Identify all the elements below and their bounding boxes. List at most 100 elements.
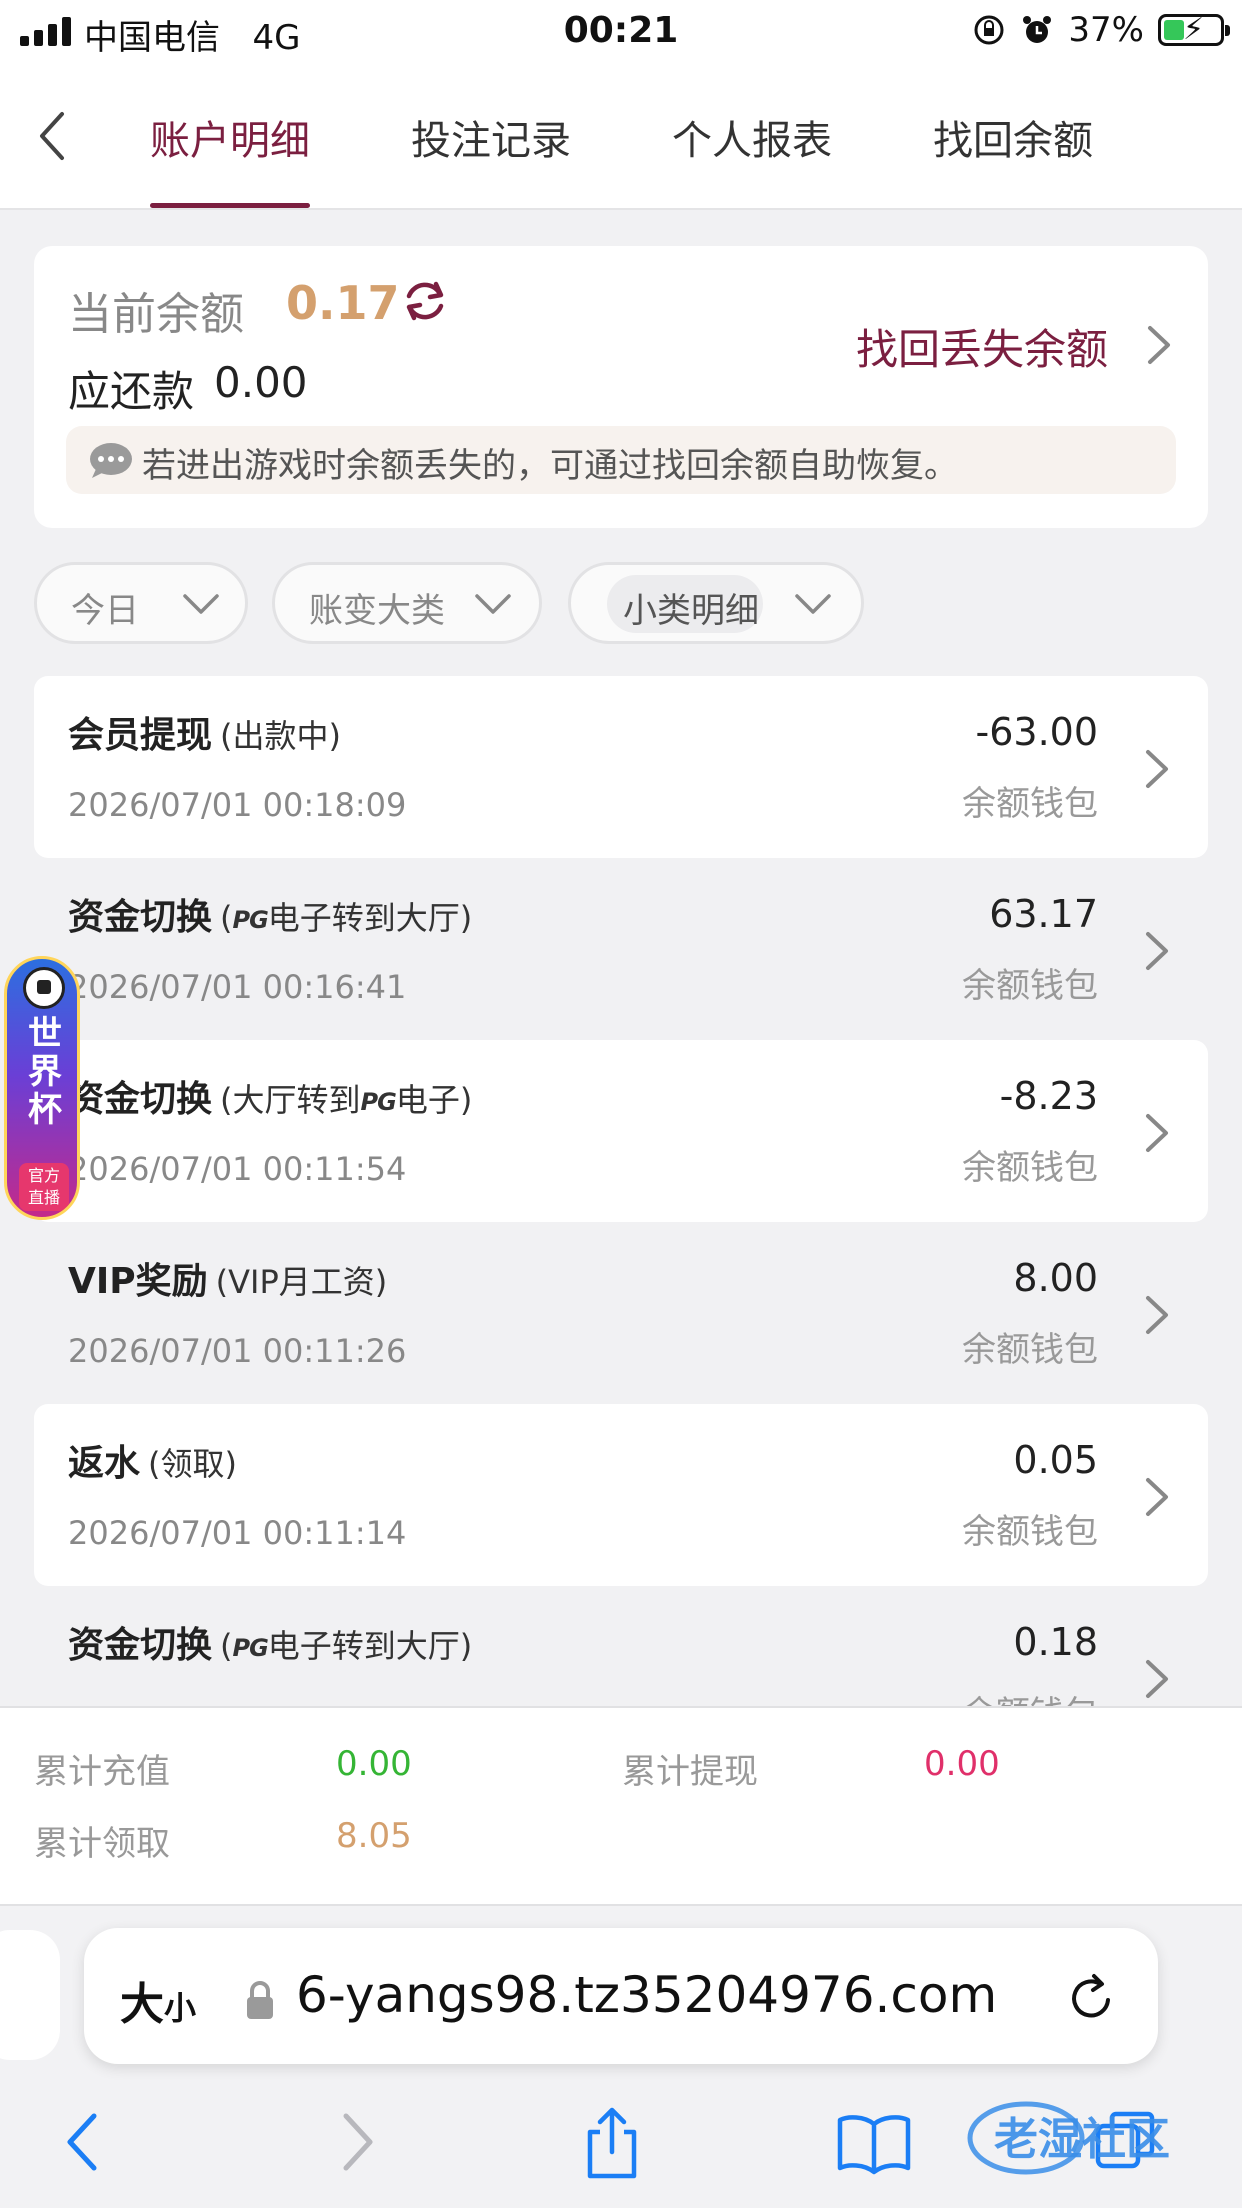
list-item[interactable]: VIP奖励 (VIP月工资) 2026/07/01 00:11:26 8.00 余… <box>34 1222 1208 1404</box>
record-type: VIP奖励 <box>68 1261 208 1302</box>
active-tab-indicator <box>150 203 310 208</box>
record-type: 资金切换 <box>68 1625 213 1666</box>
record-amount: 0.18 <box>1013 1620 1098 1664</box>
subcategory-filter-label: 小类明细 <box>623 591 759 631</box>
total-withdraw-value: 0.00 <box>924 1744 1000 1784</box>
back-icon[interactable] <box>50 2102 122 2182</box>
record-wallet: 余额钱包 <box>962 784 1098 824</box>
record-title: 资金切换 (PG电子转到大厅) <box>68 1616 472 1668</box>
balance-card: 当前余额 0.17 应还款 0.00 找回丢失余额 若进出游戏时余额丢失的，可通… <box>34 246 1208 528</box>
chevron-right-icon <box>1146 1660 1168 1698</box>
record-wallet: 余额钱包 <box>962 1686 1098 1706</box>
chat-bubble-icon <box>90 443 132 478</box>
record-subtype: (VIP月工资) <box>215 1263 388 1301</box>
list-item[interactable]: 返水 (领取) 2026/07/01 00:11:14 0.05 余额钱包 <box>34 1404 1208 1586</box>
record-subtype-prefix: (大厅转到 <box>220 1081 361 1119</box>
tab-bet-records[interactable]: 投注记录 <box>411 108 571 168</box>
record-subtype: (出款中) <box>220 717 341 755</box>
pg-logo: PG <box>232 906 269 934</box>
alarm-icon <box>1023 16 1052 43</box>
battery-icon: ⚡ <box>1158 12 1230 47</box>
record-subtype-suffix: 电子转到大厅) <box>267 1627 473 1665</box>
chevron-right-icon <box>1146 1478 1168 1516</box>
record-title: 返水 (领取) <box>68 1434 237 1486</box>
record-subtype: (领取) <box>148 1445 237 1483</box>
text-size-small: 小 <box>164 1989 197 2027</box>
chevron-right-icon <box>1146 1296 1168 1334</box>
pg-logo: PG <box>232 1634 269 1662</box>
recover-lost-balance-link[interactable]: 找回丢失余额 <box>856 316 1108 377</box>
record-time: 2026/07/01 00:16:41 <box>68 968 407 1006</box>
text-size-large: 大 <box>120 1979 164 2030</box>
record-subtype-suffix: 电子转到大厅) <box>267 899 473 937</box>
svg-text:老湿社区: 老湿社区 <box>994 2114 1170 2165</box>
tip-text: 若进出游戏时余额丢失的，可通过找回余额自助恢复。 <box>142 446 958 486</box>
record-subtype: (大厅转到PG电子) <box>220 1081 472 1119</box>
repay-value: 0.00 <box>214 358 308 407</box>
battery-percent: 37% <box>1068 10 1144 50</box>
record-subtype-suffix: 电子) <box>395 1081 473 1119</box>
world-cup-text: 世界杯 <box>28 1014 62 1130</box>
list-item[interactable]: 资金切换 (PG电子转到大厅) 2026/07/01 00:16:41 63.17… <box>34 858 1208 1040</box>
back-arrow-icon[interactable] <box>30 108 74 164</box>
reload-icon[interactable] <box>1064 1970 1120 2026</box>
chevron-right-icon[interactable] <box>1142 322 1176 368</box>
share-icon[interactable] <box>576 2102 648 2182</box>
date-filter[interactable]: 今日 <box>34 562 248 644</box>
category-filter-label: 账变大类 <box>309 591 445 631</box>
record-time: 2026/07/01 00:18:09 <box>68 786 407 824</box>
record-type: 返水 <box>68 1443 141 1484</box>
record-subtype: (PG电子转到大厅) <box>220 899 472 937</box>
summary-panel: 累计充值 0.00 累计提现 0.00 累计领取 8.05 <box>0 1706 1242 1906</box>
refresh-icon[interactable] <box>400 276 450 326</box>
rotation-lock-icon <box>974 15 1004 45</box>
record-subtype: (PG电子转到大厅) <box>220 1627 472 1665</box>
total-claim-value: 8.05 <box>336 1816 412 1856</box>
chevron-right-icon <box>1146 1114 1168 1152</box>
list-item[interactable]: 会员提现 (出款中) 2026/07/01 00:18:09 -63.00 余额钱… <box>34 676 1208 858</box>
total-recharge-label: 累计充值 <box>34 1752 170 1792</box>
community-watermark-logo: 老湿社区 <box>967 2101 1170 2175</box>
list-item[interactable]: 资金切换 (大厅转到PG电子) 2026/07/01 00:11:54 -8.23… <box>34 1040 1208 1222</box>
records-list: 会员提现 (出款中) 2026/07/01 00:18:09 -63.00 余额钱… <box>0 676 1242 1706</box>
total-claim-label: 累计领取 <box>34 1824 170 1864</box>
category-filter[interactable]: 账变大类 <box>272 562 542 644</box>
record-title: VIP奖励 (VIP月工资) <box>68 1252 387 1304</box>
record-title: 资金切换 (大厅转到PG电子) <box>68 1070 472 1122</box>
record-type: 资金切换 <box>68 1079 213 1120</box>
record-subtype-prefix: ( <box>220 1627 233 1665</box>
record-title: 资金切换 (PG电子转到大厅) <box>68 888 472 940</box>
text-size-button[interactable]: 大小 <box>120 1968 196 2032</box>
tab-recover-balance[interactable]: 找回余额 <box>933 108 1093 168</box>
previous-tab-preview[interactable] <box>0 1930 60 2060</box>
subcategory-filter[interactable]: 小类明细 <box>568 562 864 644</box>
tab-personal-report[interactable]: 个人报表 <box>672 108 832 168</box>
official-live-tag: 官方 直播 <box>19 1163 69 1211</box>
balance-value: 0.17 <box>286 276 400 330</box>
record-amount: 8.00 <box>1013 1256 1098 1300</box>
record-time: 2026/07/01 00:11:26 <box>68 1332 407 1370</box>
address-bar[interactable]: 大小 6-yangs98.tz35204976.com <box>84 1928 1158 2064</box>
record-wallet: 余额钱包 <box>962 1330 1098 1370</box>
date-filter-label: 今日 <box>71 591 139 631</box>
chevron-down-icon <box>475 594 511 614</box>
record-amount: -63.00 <box>975 710 1099 754</box>
tab-account-details[interactable]: 账户明细 <box>150 108 310 168</box>
forward-icon[interactable] <box>318 2102 390 2182</box>
record-amount: -8.23 <box>999 1074 1098 1118</box>
record-amount: 63.17 <box>989 892 1098 936</box>
chevron-down-icon <box>183 594 219 614</box>
total-recharge-value: 0.00 <box>336 1744 412 1784</box>
total-withdraw-label: 累计提现 <box>622 1752 758 1792</box>
chevron-down-icon <box>795 594 831 614</box>
record-type: 会员提现 <box>68 715 213 756</box>
bookmarks-icon[interactable] <box>834 2102 914 2182</box>
chevron-right-icon <box>1146 750 1168 788</box>
soccer-ball-icon <box>23 967 65 1009</box>
lock-icon <box>247 1981 273 2019</box>
url-text[interactable]: 6-yangs98.tz35204976.com <box>296 1966 1116 2024</box>
list-item[interactable]: 资金切换(PG电子转到大厅) 0.18 余额钱包 <box>34 1586 1208 1706</box>
status-right: 37% ⚡ <box>972 10 1230 50</box>
world-cup-live-badge[interactable]: 世界杯 官方 直播 <box>4 956 80 1220</box>
record-time: 2026/07/01 00:11:14 <box>68 1514 407 1552</box>
